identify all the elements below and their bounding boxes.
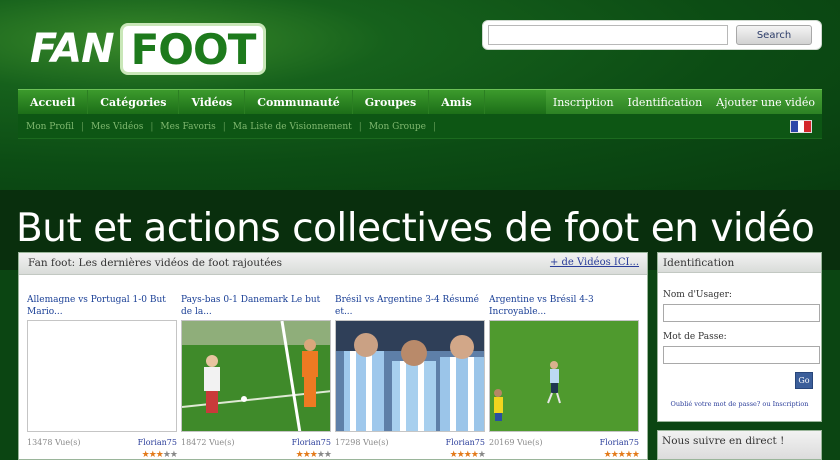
forgot-password-link[interactable]: Oublié votre mot de passe? ou Inscriptio… bbox=[658, 400, 821, 408]
star-icon: ★★★★★ bbox=[603, 450, 640, 460]
soccer-field-image bbox=[490, 321, 638, 431]
main-navigation: Accueil Catégories Vidéos Communauté Gro… bbox=[18, 89, 822, 115]
subnav-item-mon-profil[interactable]: Mon Profil bbox=[26, 122, 74, 132]
star-icon: ★★★ bbox=[295, 450, 318, 460]
password-field[interactable] bbox=[663, 346, 820, 364]
nav-item-identification[interactable]: Identification bbox=[621, 90, 710, 115]
star-icon: ★★★★ bbox=[449, 450, 479, 460]
rating-stars: ★★★★★ bbox=[295, 450, 332, 460]
nav-item-communaute[interactable]: Communauté bbox=[245, 90, 353, 115]
page-title: But et actions collectives de foot en vi… bbox=[16, 206, 815, 251]
video-thumbnail[interactable] bbox=[27, 320, 177, 432]
star-icon: ★★ bbox=[162, 450, 178, 460]
nav-item-accueil[interactable]: Accueil bbox=[18, 90, 89, 115]
french-flag-icon[interactable] bbox=[790, 120, 812, 133]
search-input[interactable] bbox=[488, 25, 728, 45]
video-thumbnail[interactable] bbox=[489, 320, 639, 432]
subnav-item-liste-visionnement[interactable]: Ma Liste de Visionnement bbox=[233, 122, 352, 132]
fanfoot-logo[interactable]: FAN FOOT bbox=[30, 22, 267, 76]
rating-stars: ★★★★★ bbox=[603, 450, 640, 460]
video-views: 13478 Vue(s) bbox=[27, 438, 81, 447]
video-meta: 18472 Vue(s) Florian75 ★★★★★ bbox=[181, 438, 332, 460]
video-views: 20169 Vue(s) bbox=[489, 438, 543, 447]
video-thumbnail[interactable] bbox=[181, 320, 331, 432]
nav-item-amis[interactable]: Amis bbox=[429, 90, 485, 115]
video-card: Brésil vs Argentine 3-4 Résumé et... 172… bbox=[335, 294, 486, 460]
more-videos-link[interactable]: + de Vidéos ICI... bbox=[550, 257, 639, 268]
video-meta: 13478 Vue(s) Florian75 ★★★★★ bbox=[27, 438, 178, 460]
subnav-item-mes-favoris[interactable]: Mes Favoris bbox=[160, 122, 215, 132]
video-title-link[interactable]: Argentine vs Brésil 4-3 Incroyable... bbox=[489, 294, 639, 320]
video-user-link[interactable]: Florian75 bbox=[138, 438, 177, 447]
rating-stars: ★★★★★ bbox=[449, 450, 486, 460]
nav-item-videos[interactable]: Vidéos bbox=[179, 90, 246, 115]
subnav-separator: | bbox=[432, 121, 436, 132]
video-views: 17298 Vue(s) bbox=[335, 438, 389, 447]
rating-stars: ★★★★★ bbox=[141, 450, 178, 460]
video-meta: 20169 Vue(s) Florian75 ★★★★★ bbox=[489, 438, 640, 460]
username-field[interactable] bbox=[663, 304, 820, 322]
soccer-celebration-image bbox=[336, 321, 484, 431]
latest-videos-panel: Fan foot: Les dernières vidéos de foot r… bbox=[18, 252, 648, 460]
video-user-link[interactable]: Florian75 bbox=[292, 438, 331, 447]
search-button[interactable]: Search bbox=[736, 25, 812, 45]
go-button[interactable]: Go bbox=[795, 372, 813, 389]
nav-right-group: Inscription Identification Ajouter une v… bbox=[545, 90, 822, 115]
video-card: Pays-bas 0-1 Danemark Le but de la... 18… bbox=[181, 294, 332, 460]
video-views: 18472 Vue(s) bbox=[181, 438, 235, 447]
video-title-link[interactable]: Pays-bas 0-1 Danemark Le but de la... bbox=[181, 294, 331, 320]
subnav-item-mes-videos[interactable]: Mes Vidéos bbox=[91, 122, 143, 132]
subnav-separator: | bbox=[80, 121, 84, 132]
star-icon: ★★ bbox=[316, 450, 332, 460]
video-meta: 17298 Vue(s) Florian75 ★★★★★ bbox=[335, 438, 486, 460]
video-title-link[interactable]: Brésil vs Argentine 3-4 Résumé et... bbox=[335, 294, 485, 320]
password-label: Mot de Passe: bbox=[663, 332, 727, 342]
subnav-separator: | bbox=[358, 121, 362, 132]
subnav-separator: | bbox=[222, 121, 226, 132]
nav-item-inscription[interactable]: Inscription bbox=[546, 90, 621, 115]
follow-live-header: Nous suivre en direct ! bbox=[657, 430, 822, 460]
subnav-separator: | bbox=[150, 121, 154, 132]
logo-foot-text: FOOT bbox=[119, 23, 267, 75]
video-user-link[interactable]: Florian75 bbox=[446, 438, 485, 447]
video-user-link[interactable]: Florian75 bbox=[600, 438, 639, 447]
identification-panel: Identification Nom d'Usager: Mot de Pass… bbox=[657, 252, 822, 422]
video-card: Allemagne vs Portugal 1-0 But Mario... 1… bbox=[27, 294, 178, 460]
nav-item-groupes[interactable]: Groupes bbox=[353, 90, 430, 115]
subnav-item-mon-groupe[interactable]: Mon Groupe bbox=[369, 122, 426, 132]
latest-videos-title: Fan foot: Les dernières vidéos de foot r… bbox=[28, 257, 283, 269]
latest-videos-header: Fan foot: Les dernières vidéos de foot r… bbox=[19, 253, 647, 275]
nav-left-group: Accueil Catégories Vidéos Communauté Gro… bbox=[18, 90, 485, 115]
star-icon: ★ bbox=[477, 450, 486, 460]
nav-item-ajouter-video[interactable]: Ajouter une vidéo bbox=[709, 90, 822, 115]
video-thumbnail[interactable] bbox=[335, 320, 485, 432]
video-card: Argentine vs Brésil 4-3 Incroyable... 20… bbox=[489, 294, 640, 460]
subnav-items: Mon Profil | Mes Vidéos | Mes Favoris | … bbox=[26, 114, 443, 139]
logo-fan-text: FAN bbox=[30, 26, 115, 72]
username-label: Nom d'Usager: bbox=[663, 290, 732, 300]
identification-title: Identification bbox=[658, 253, 821, 273]
nav-item-categories[interactable]: Catégories bbox=[88, 90, 180, 115]
soccer-scene-image bbox=[182, 321, 330, 431]
star-icon: ★★★ bbox=[141, 450, 164, 460]
sub-navigation: Mon Profil | Mes Vidéos | Mes Favoris | … bbox=[18, 114, 822, 139]
video-title-link[interactable]: Allemagne vs Portugal 1-0 But Mario... bbox=[27, 294, 177, 320]
